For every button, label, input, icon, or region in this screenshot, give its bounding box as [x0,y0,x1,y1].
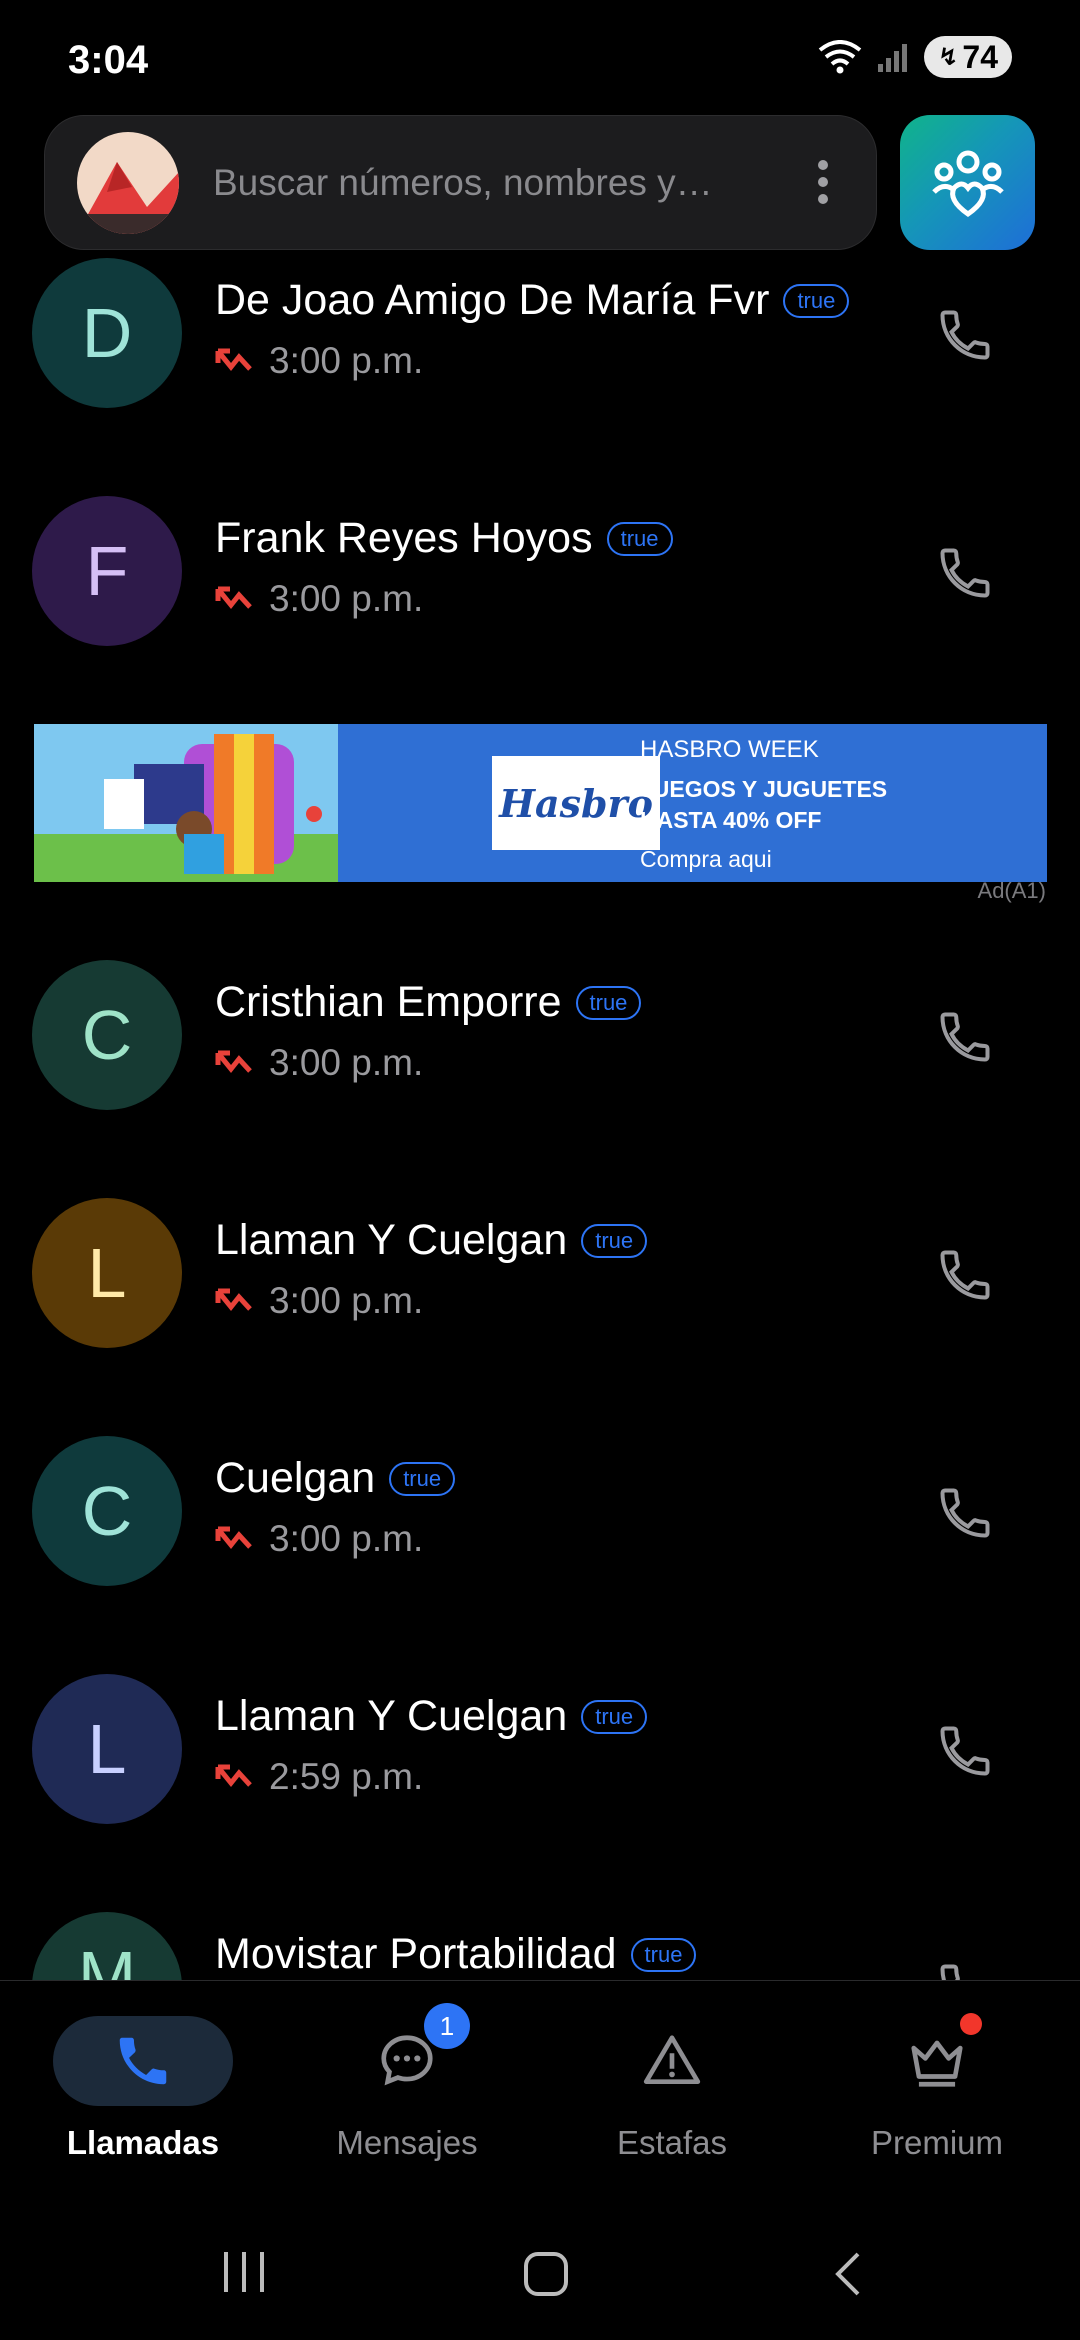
warning-icon [643,2035,701,2084]
status-bar: 3:04 ↯ 74 [0,0,1080,110]
contact-tag: true [581,1223,648,1258]
contact-name: De Joao Amigo De María Fvr [215,276,770,324]
contact-tag: true [575,985,642,1020]
home-icon[interactable] [522,2250,570,2303]
nav-messages-icon-wrap[interactable] [317,2016,497,2106]
missed-call-icon [215,1764,252,1787]
call-button[interactable] [930,1716,1000,1786]
call-button[interactable] [930,300,1000,370]
contact-name: Frank Reyes Hoyos [215,514,593,562]
signal-icon [878,44,908,72]
ad-line-1: JUEGOS Y JUGUETES [640,776,888,802]
ad-label: Ad(A1) [977,878,1046,903]
call-row[interactable]: M Movistar Portabilidad true [0,1912,1080,1980]
call-row[interactable]: C Cristhian Emporre true 3:00 p.m. [0,960,1080,1110]
call-time: 3:00 p.m. [269,1518,424,1559]
search-bar[interactable]: Buscar números, nombres y… [44,115,877,250]
family-protection-button[interactable] [900,115,1035,250]
bottom-nav: Llamadas 1 Mensajes Estafas Premium [0,1980,1080,2180]
charging-icon: ↯ [938,43,959,71]
nav-premium[interactable]: Premium [802,1981,1072,2181]
contact-avatar: M [32,1912,182,1980]
missed-call-icon [215,348,252,371]
nav-premium-label: Premium [870,2124,1004,2161]
phone-icon [940,548,990,598]
nav-calls-icon-wrap[interactable] [53,2016,233,2106]
battery-level: 74 [962,38,998,75]
call-time: 3:00 p.m. [269,578,424,619]
missed-call-icon [215,1050,252,1073]
phone-icon [940,1488,990,1538]
ad-line-2: HASTA 40% OFF [640,807,822,833]
missed-call-icon [215,586,252,609]
recents-icon[interactable] [220,2250,268,2299]
phone-icon [940,1250,990,1300]
call-time: 3:00 p.m. [269,340,424,381]
call-button[interactable] [930,1002,1000,1072]
call-row[interactable]: L Llaman Y Cuelgan true 3:00 p.m. [0,1198,1080,1348]
phone-icon [940,1726,990,1776]
contact-avatar: L [32,1198,182,1348]
missed-call-icon [215,1526,252,1549]
contact-name: Cristhian Emporre [215,978,562,1026]
nav-premium-icon-wrap[interactable] [847,2016,1027,2106]
call-row[interactable]: L Llaman Y Cuelgan true 2:59 p.m. [0,1674,1080,1824]
contact-avatar: C [32,960,182,1110]
ad-cta[interactable]: Compra aqui [640,846,887,873]
nav-scams-label: Estafas [616,2124,728,2161]
contact-avatar: D [32,258,182,408]
battery-indicator: ↯ 74 [924,36,1012,78]
call-button[interactable] [930,1478,1000,1548]
wifi-icon [819,40,862,74]
call-time: 2:59 p.m. [269,1756,424,1797]
contact-tag: true [389,1461,456,1496]
call-row[interactable]: D De Joao Amigo De María Fvr true 3:00 p… [0,258,1080,408]
call-button[interactable] [930,1954,1000,1980]
status-icons: ↯ 74 [818,36,1012,78]
nav-calls[interactable]: Llamadas [8,1981,278,2181]
call-row[interactable]: F Frank Reyes Hoyos true 3:00 p.m. [0,496,1080,646]
back-icon[interactable] [830,2250,866,2303]
phone-icon [940,1012,990,1062]
ad-image [34,724,338,882]
group-icon [931,150,1004,217]
contact-tag: true [606,521,673,556]
phone-icon [119,2037,167,2085]
nav-messages[interactable]: 1 Mensajes [272,1981,542,2181]
call-button[interactable] [930,1240,1000,1310]
missed-call-icon [215,1288,252,1311]
contact-name: Llaman Y Cuelgan [215,1216,568,1264]
crown-icon [911,2040,963,2087]
contact-avatar: C [32,1436,182,1586]
more-options-icon[interactable] [818,160,828,204]
nav-calls-label: Llamadas [66,2124,220,2161]
messages-badge: 1 [424,2003,470,2049]
nav-scams-icon-wrap[interactable] [582,2016,762,2106]
status-time: 3:04 [68,38,149,82]
contact-name: Movistar Portabilidad [215,1930,617,1978]
nav-scams[interactable]: Estafas [537,1981,807,2181]
contact-avatar: L [32,1674,182,1824]
system-nav-bar [0,2200,1080,2340]
call-row[interactable]: C Cuelgan true 3:00 p.m. [0,1436,1080,1586]
nav-messages-label: Mensajes [336,2124,478,2161]
search-input[interactable]: Buscar números, nombres y… [213,162,733,204]
contact-name: Llaman Y Cuelgan [215,1692,568,1740]
contact-avatar: F [32,496,182,646]
call-time: 3:00 p.m. [269,1042,424,1083]
contact-tag: true [630,1937,697,1972]
ad-headline: HASBRO WEEK [640,736,819,763]
ad-banner[interactable]: Hasbro HASBRO WEEK JUEGOS Y JUGUETES HAS… [34,724,1047,882]
call-button[interactable] [930,538,1000,608]
call-time: 3:00 p.m. [269,1280,424,1321]
hasbro-logo: Hasbro [492,756,660,850]
contact-name: Cuelgan [215,1454,376,1502]
profile-avatar[interactable] [77,131,179,234]
premium-notification-dot [960,2013,982,2035]
phone-icon [940,1964,960,1980]
contact-tag: true [783,283,850,318]
phone-icon [940,310,990,360]
contact-tag: true [581,1699,648,1734]
